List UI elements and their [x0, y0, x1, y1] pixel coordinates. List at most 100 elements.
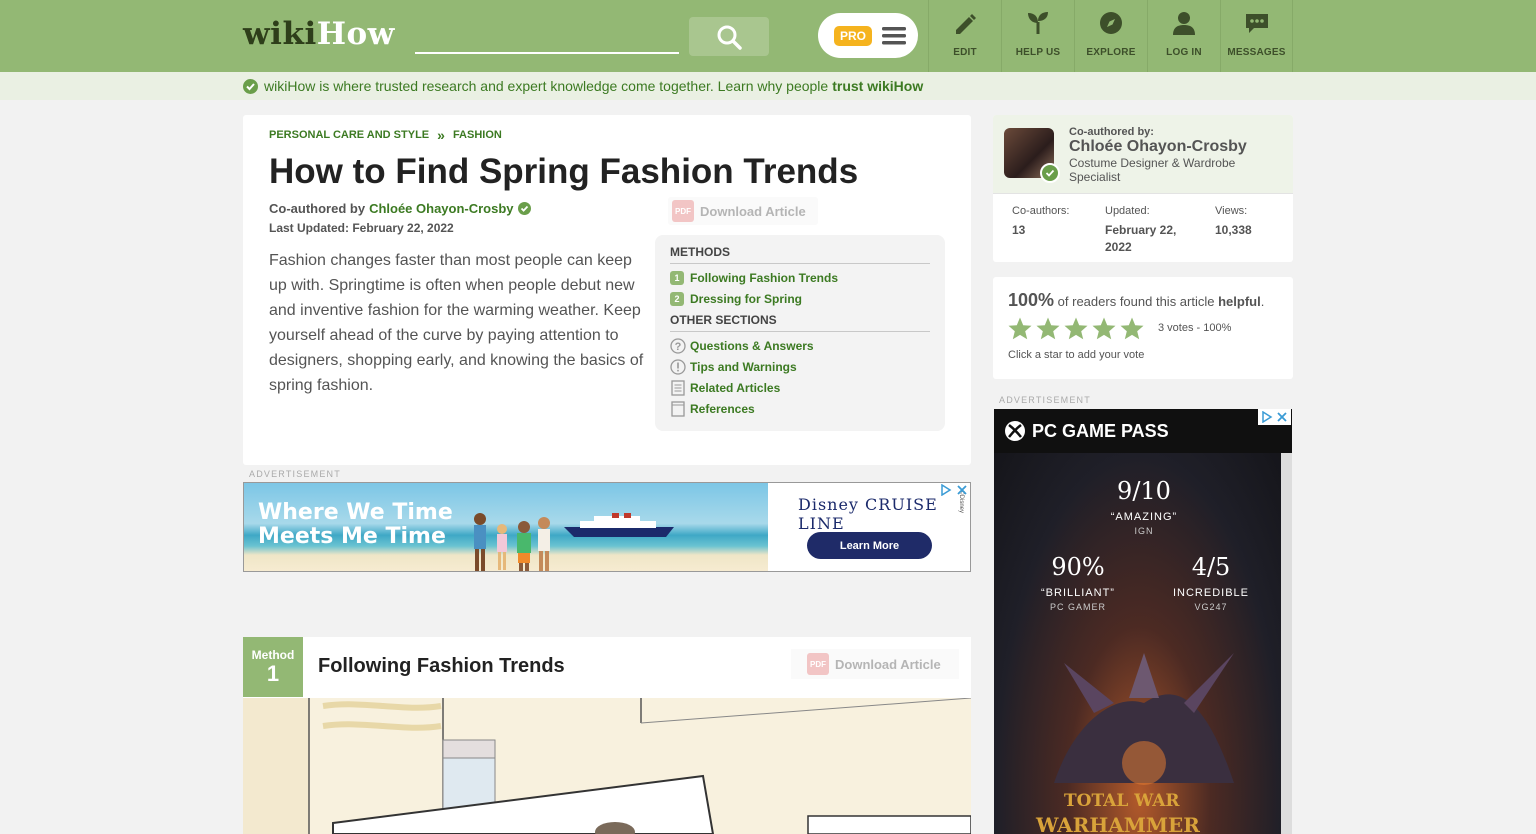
sidebar-author-header: Co-authored by: Chloée Ohayon-Crosby Cos… — [993, 115, 1293, 194]
sidebar-author-card: Co-authored by: Chloée Ohayon-Crosby Cos… — [993, 115, 1293, 262]
nav-edit[interactable]: EDIT — [928, 0, 1001, 72]
toc-method-1[interactable]: 1 Following Fashion Trends — [670, 267, 930, 288]
toc-references[interactable]: References — [670, 398, 930, 419]
nav-help-us[interactable]: HELP US — [1001, 0, 1074, 72]
trust-text: wikiHow is where trusted research and ex… — [264, 78, 829, 94]
adchoices-icon — [1262, 411, 1273, 423]
nav-messages-label: MESSAGES — [1227, 47, 1286, 58]
nav-explore[interactable]: EXPLORE — [1074, 0, 1147, 72]
search-icon — [717, 25, 742, 50]
search-input[interactable] — [415, 20, 679, 54]
sidebar-author-name[interactable]: Chloée Ohayon-Crosby — [1069, 138, 1247, 156]
user-icon — [1173, 12, 1195, 35]
author-link[interactable]: Chloée Ohayon-Crosby — [369, 201, 513, 216]
ad-rating-quote: “AMAZING” — [1110, 511, 1178, 523]
pdf-icon: PDF — [672, 200, 694, 222]
ad-rating-source: IGN — [1134, 526, 1154, 536]
star-icon[interactable] — [1035, 316, 1061, 342]
sidebar-game-ad[interactable]: PC GAME PASS 9/10 “AMAZING” IGN 90% “BRI… — [994, 409, 1292, 834]
pro-menu-button[interactable]: PRO — [818, 13, 918, 58]
toc-tips-warnings[interactable]: Tips and Warnings — [670, 356, 930, 377]
pencil-icon — [956, 14, 976, 34]
svg-text:?: ? — [675, 341, 682, 353]
breadcrumb-fashion[interactable]: FASHION — [453, 129, 502, 141]
document-icon — [671, 379, 685, 396]
stat-coauthors: Co-authors: 13 — [1012, 205, 1069, 239]
trust-bar: wikiHow is where trusted research and ex… — [0, 72, 1536, 100]
toc-method-2[interactable]: 2 Dressing for Spring — [670, 288, 930, 309]
method-title: Following Fashion Trends — [318, 655, 565, 677]
ad-scrollbar[interactable] — [1281, 453, 1292, 834]
nav-edit-label: EDIT — [953, 47, 977, 58]
helpful-word: helpful — [1218, 294, 1261, 309]
verified-check-icon — [517, 202, 531, 215]
advertisement-label: ADVERTISEMENT — [249, 469, 341, 479]
cruise-ship-image — [564, 513, 674, 537]
close-icon[interactable] — [956, 484, 968, 496]
learn-more-button[interactable]: Learn More — [807, 532, 932, 559]
banner-ad[interactable]: Where We Time Meets Me Time Disney CRUIS… — [243, 482, 971, 572]
helpfulness-rating-card: 100% of readers found this article helpf… — [993, 277, 1293, 379]
wikihow-logo[interactable]: wikiHow — [243, 16, 395, 52]
trust-wikihow-link[interactable]: trust wikiHow — [832, 78, 923, 94]
method-header: Method 1 Following Fashion Trends PDF Do… — [243, 637, 971, 698]
xbox-logo-icon — [1005, 421, 1025, 441]
toc-related-articles[interactable]: Related Articles — [670, 377, 930, 398]
stat-value: February 22, 2022 — [1105, 223, 1177, 254]
star-icon[interactable] — [1007, 316, 1033, 342]
step-illustration — [243, 698, 971, 834]
toc-other-label: References — [690, 401, 755, 416]
book-icon — [671, 400, 685, 417]
close-icon[interactable] — [1276, 411, 1288, 423]
method-label: Method — [251, 648, 295, 662]
download-article-label: Download Article — [835, 656, 941, 672]
ad-beach-image: Where We Time Meets Me Time — [244, 483, 768, 571]
ad-rating-quote: INCREDIBLE — [1172, 587, 1250, 599]
chat-bubble-icon — [1245, 14, 1268, 33]
verified-check-icon — [1040, 163, 1060, 183]
logo-wiki: wiki — [243, 16, 317, 52]
breadcrumb-personal-care[interactable]: PERSONAL CARE AND STYLE — [269, 129, 429, 141]
method-number: 1 — [266, 661, 280, 686]
ad-rating-vg247: 4/5 INCREDIBLE VG247 — [1161, 553, 1261, 612]
breadcrumb: PERSONAL CARE AND STYLE » FASHION — [269, 127, 502, 143]
star-rating — [1007, 316, 1145, 342]
ad-headline-line1: Where We Time — [258, 500, 453, 525]
nav-log-in[interactable]: LOG IN — [1147, 0, 1220, 72]
ad-rating-quote: “BRILLIANT” — [1041, 587, 1115, 599]
sidebar-adchoices[interactable] — [1258, 409, 1291, 425]
nav-help-us-label: HELP US — [1015, 47, 1061, 58]
ad-rating-source: PC GAMER — [1049, 602, 1106, 612]
toc-method-label: Following Fashion Trends — [690, 270, 839, 285]
game-pass-header: PC GAME PASS — [994, 409, 1292, 453]
download-article-button[interactable]: PDF Download Article — [668, 197, 818, 225]
helpful-text: of readers found this article — [1057, 294, 1215, 309]
pro-badge: PRO — [834, 25, 873, 46]
star-icon[interactable] — [1063, 316, 1089, 342]
ad-game-title-line1: TOTAL WAR — [1064, 791, 1180, 811]
toc-method-number: 2 — [670, 291, 684, 306]
method-download-button[interactable]: PDF Download Article — [791, 649, 959, 679]
search-button[interactable] — [689, 17, 769, 56]
toc-questions-answers[interactable]: ? Questions & Answers — [670, 335, 930, 356]
sprout-icon — [1028, 12, 1048, 34]
ad-brand-panel: Disney CRUISE LINE Learn More ©Disney — [768, 483, 970, 571]
ad-rating-ign: 9/10 “AMAZING” IGN — [1094, 477, 1194, 536]
votes-count: 3 votes - 100% — [1158, 322, 1232, 334]
toc-other-label: Related Articles — [690, 380, 781, 395]
article-intro: Fashion changes faster than most people … — [269, 252, 644, 394]
toc-method-number: 1 — [670, 270, 684, 285]
top-nav: EDIT HELP US EXPLORE LOG IN MESSAGES — [928, 0, 1293, 72]
stat-views: Views: 10,338 — [1215, 205, 1252, 239]
toc-other-heading: OTHER SECTIONS — [670, 313, 930, 332]
nav-messages[interactable]: MESSAGES — [1220, 0, 1293, 72]
question-circle-icon: ? — [670, 337, 686, 354]
star-icon[interactable] — [1119, 316, 1145, 342]
star-icon[interactable] — [1091, 316, 1117, 342]
download-article-label: Download Article — [700, 203, 806, 219]
hamburger-menu-icon — [882, 26, 907, 44]
ad-headline-line2: Meets Me Time — [258, 524, 446, 549]
nav-explore-label: EXPLORE — [1086, 47, 1136, 58]
adchoices[interactable] — [940, 484, 968, 496]
compass-icon — [1100, 12, 1122, 34]
